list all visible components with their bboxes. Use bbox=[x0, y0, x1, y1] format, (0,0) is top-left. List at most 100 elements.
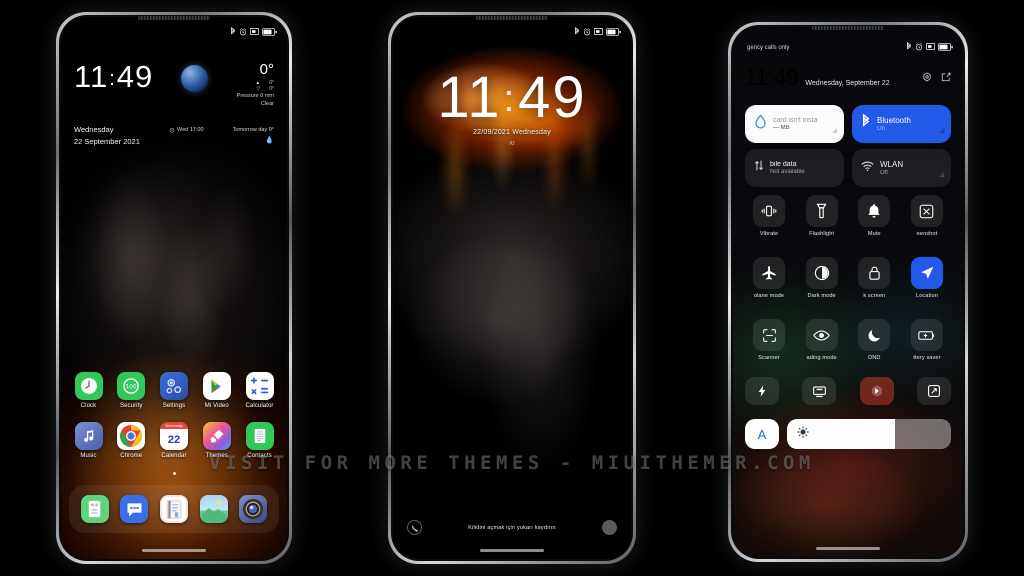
cc-tile-location[interactable]: Location bbox=[903, 257, 951, 299]
home-widget[interactable]: 11:49 0° ▲ 0° ▽ 0° Pressure 0 mm Clear W… bbox=[61, 61, 287, 147]
cc-card-title: Bluetooth bbox=[877, 116, 911, 125]
lock-clock: 11:49 bbox=[393, 69, 631, 127]
page-dot-active[interactable] bbox=[172, 472, 176, 475]
app-calendar[interactable]: Wednesday 22 Calendar bbox=[156, 422, 193, 459]
app-grid: Clock 100 Security Settings Mi Video Cal… bbox=[61, 372, 287, 475]
navigation-pill[interactable] bbox=[142, 549, 206, 552]
battery-icon bbox=[606, 27, 621, 36]
brightness-slider[interactable] bbox=[787, 419, 951, 449]
app-label: Settings bbox=[162, 403, 186, 409]
cc-tile-screenshot[interactable]: eenshot bbox=[903, 195, 951, 237]
cc-shortcut-row bbox=[745, 377, 951, 405]
contrast-icon bbox=[805, 257, 838, 289]
weather-widget[interactable]: 0° ▲ 0° ▽ 0° Pressure 0 mm Clear bbox=[237, 61, 274, 108]
cc-tile-label: Location bbox=[915, 293, 938, 299]
rotate-icon[interactable] bbox=[916, 377, 951, 405]
weather-low-value: 0° bbox=[269, 86, 274, 92]
phone1-bezel: 11:49 0° ▲ 0° ▽ 0° Pressure 0 mm Clear W… bbox=[59, 15, 289, 561]
cc-tile-label: Vibrate bbox=[759, 231, 779, 237]
app-calculator[interactable]: Calculator bbox=[241, 372, 278, 409]
camera-lens-icon[interactable] bbox=[239, 495, 268, 523]
wifi-icon bbox=[861, 159, 874, 177]
cc-tile-scanner[interactable]: Scanner bbox=[745, 319, 793, 361]
cc-tile-airplane-mode[interactable]: olane mode bbox=[745, 257, 793, 299]
cc-tile-label: olane mode bbox=[753, 293, 785, 299]
expand-corner-icon[interactable] bbox=[938, 121, 945, 139]
lightning-icon[interactable] bbox=[745, 377, 779, 405]
cc-header-actions bbox=[922, 69, 951, 89]
app-contacts[interactable]: Contacts bbox=[241, 422, 278, 459]
scene-root: 11:49 0° ▲ 0° ▽ 0° Pressure 0 mm Clear W… bbox=[0, 0, 1024, 576]
toolbox-icon[interactable] bbox=[80, 495, 109, 523]
auto-brightness-button[interactable]: A bbox=[745, 419, 779, 449]
cc-tile-dark-mode[interactable]: Dark mode bbox=[798, 257, 846, 299]
app-music[interactable]: Music bbox=[70, 422, 107, 459]
message-bubble-icon[interactable] bbox=[120, 495, 149, 523]
app-chrome[interactable]: Chrome bbox=[113, 422, 150, 459]
cc-tiles-row-1: Vibrate Flashlight Mute eenshot bbox=[745, 195, 951, 237]
app-label: Mi Video bbox=[204, 403, 229, 409]
widget-clock: 11:49 bbox=[74, 59, 154, 94]
cc-tile-label: k screen bbox=[863, 293, 886, 299]
widget-weekday: Wednesday bbox=[74, 125, 114, 134]
cc-card-subtitle: Off bbox=[880, 170, 888, 176]
page-indicator bbox=[70, 472, 278, 475]
control-center-header: 11:49 Wednesday, September 22 bbox=[745, 67, 951, 89]
phone-icon[interactable] bbox=[407, 520, 422, 535]
app-label: Chrome bbox=[120, 453, 143, 459]
music-note-icon bbox=[74, 422, 103, 450]
lock-hours: 11 bbox=[437, 65, 502, 130]
earpiece-speaker-icon bbox=[812, 26, 884, 30]
app-security[interactable]: 100 Security bbox=[113, 372, 150, 409]
cc-card-wlan[interactable]: WLAN Off bbox=[852, 149, 951, 187]
cc-tile-label: eenshot bbox=[916, 231, 938, 237]
lock-bottom-bar: Kilidini açmak için yukarı kaydırın bbox=[393, 520, 631, 535]
gallery-photo-icon[interactable] bbox=[199, 495, 228, 523]
cc-tile-mute[interactable]: Mute bbox=[850, 195, 898, 237]
navigation-pill[interactable] bbox=[816, 547, 880, 550]
cc-tile-label: Flashlight bbox=[809, 231, 835, 237]
app-themes[interactable]: Themes bbox=[198, 422, 235, 459]
cc-tile-vibrate[interactable]: Vibrate bbox=[745, 195, 793, 237]
flashlight-icon bbox=[805, 195, 838, 227]
expand-corner-icon[interactable] bbox=[938, 165, 945, 183]
cc-tile-dnd[interactable]: DND bbox=[850, 319, 898, 361]
navigation-pill[interactable] bbox=[480, 549, 544, 552]
widget-alarm[interactable]: Wed 17:00 bbox=[169, 127, 204, 133]
cc-tile-battery-saver[interactable]: ttery saver bbox=[903, 319, 951, 361]
battery-plus-icon bbox=[910, 319, 943, 351]
cc-tile-label: ttery saver bbox=[913, 355, 941, 361]
phone-home-screen: 11:49 0° ▲ 0° ▽ 0° Pressure 0 mm Clear W… bbox=[56, 12, 292, 564]
app-mi-video[interactable]: Mi Video bbox=[198, 372, 235, 409]
scan-frame-icon bbox=[753, 319, 785, 351]
cc-card-title: bile data bbox=[770, 161, 797, 168]
alarm-icon bbox=[583, 27, 591, 36]
sd-card-icon bbox=[926, 43, 935, 50]
contacts-list-icon bbox=[245, 422, 274, 450]
sd-card-icon bbox=[250, 28, 259, 35]
edit-icon[interactable] bbox=[941, 69, 951, 87]
cast-icon[interactable] bbox=[802, 377, 837, 405]
settings-icon[interactable] bbox=[922, 69, 932, 87]
nfc-icon[interactable] bbox=[859, 377, 894, 405]
water-drop-icon bbox=[754, 114, 767, 134]
cc-tile-label: Scanner bbox=[758, 355, 780, 361]
cc-tile-reading-mode[interactable]: ading mode bbox=[798, 319, 846, 361]
cc-card-mobile-data[interactable]: bile data Not available bbox=[745, 149, 844, 187]
app-clock[interactable]: Clock bbox=[70, 372, 107, 409]
widget-tomorrow-text: Tomorrow day 0° bbox=[232, 127, 274, 133]
app-settings[interactable]: Settings bbox=[156, 372, 193, 409]
settings-gear-icon bbox=[160, 372, 188, 400]
weather-temperature: 0° bbox=[259, 61, 274, 78]
cc-card-bluetooth[interactable]: Bluetooth On bbox=[852, 105, 951, 143]
cc-card-sim[interactable]: card isn't insta — MB bbox=[745, 105, 844, 143]
security-icon: 100 bbox=[117, 372, 146, 400]
expand-corner-icon[interactable] bbox=[831, 121, 838, 139]
cc-tile-flashlight[interactable]: Flashlight bbox=[798, 195, 846, 237]
cc-tiles-row-2: olane mode Dark mode k screen Location bbox=[745, 257, 951, 299]
cc-tile-lock-screen[interactable]: k screen bbox=[850, 257, 898, 299]
eye-icon bbox=[805, 319, 838, 351]
notes-icon[interactable] bbox=[159, 495, 188, 523]
camera-icon[interactable] bbox=[601, 520, 617, 535]
widget-alarm-text: Wed 17:00 bbox=[177, 127, 204, 133]
